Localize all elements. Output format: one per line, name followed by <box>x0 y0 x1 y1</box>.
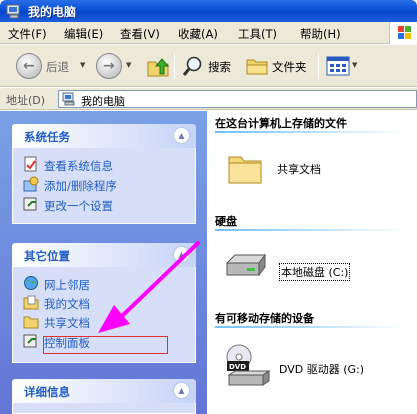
content-area: 在这台计算机上存储的文件 共享文档 硬盘 本地磁盘 (C:) 有可移动存储的设备… <box>207 111 417 414</box>
my-computer-icon <box>62 92 75 106</box>
expand-icon[interactable]: ▲ <box>173 382 190 399</box>
address-value: 我的电脑 <box>81 95 125 108</box>
collapse-icon[interactable]: ▲ <box>173 127 190 144</box>
back-button[interactable]: 后退 <box>46 59 69 75</box>
toolbar-separator <box>174 53 175 79</box>
control-panel-icon <box>23 334 37 348</box>
back-arrow-icon[interactable]: ← <box>16 53 42 79</box>
address-field[interactable]: 我的电脑 <box>58 90 417 108</box>
control-panel-icon <box>23 197 37 211</box>
details-header[interactable]: 详细信息 ▲ <box>12 379 196 403</box>
add-remove-programs-icon <box>23 176 39 192</box>
details-title: 详细信息 <box>24 385 70 399</box>
toolbar-separator <box>318 53 319 79</box>
collapse-icon[interactable]: ▲ <box>173 246 190 263</box>
back-dropdown-icon[interactable]: ▼ <box>80 61 85 69</box>
address-bar: 地址(D) 我的电脑 <box>0 88 417 110</box>
search-button[interactable]: 搜索 <box>208 59 231 75</box>
search-icon[interactable] <box>182 55 204 77</box>
folders-button[interactable]: 文件夹 <box>272 59 307 75</box>
section-divider <box>215 131 405 133</box>
menu-file[interactable]: 文件(F) <box>8 26 47 42</box>
system-tasks-title: 系统任务 <box>24 130 70 144</box>
item-local-disk-c[interactable]: 本地磁盘 (C:) <box>223 247 403 287</box>
shared-folder-icon <box>228 156 262 184</box>
details-panel <box>12 403 196 414</box>
network-places-icon <box>24 276 38 290</box>
section-hard-disks: 硬盘 <box>215 215 237 228</box>
address-label: 地址(D) <box>6 94 46 107</box>
item-shared-documents[interactable]: 共享文档 <box>227 151 367 191</box>
menu-tools[interactable]: 工具(T) <box>238 26 277 42</box>
svg-text:DVD: DVD <box>229 363 246 371</box>
system-tasks-header[interactable]: 系统任务 ▲ <box>12 124 196 148</box>
my-computer-icon <box>6 4 20 19</box>
other-places-header[interactable]: 其它位置 ▲ <box>12 243 196 267</box>
forward-arrow-icon[interactable]: → <box>96 53 122 79</box>
dvd-drive-icon: DVD <box>226 344 271 386</box>
forward-dropdown-icon[interactable]: ▼ <box>126 61 131 69</box>
up-folder-icon[interactable] <box>146 54 170 78</box>
views-dropdown-icon[interactable]: ▼ <box>352 61 357 69</box>
my-documents-icon <box>23 295 39 310</box>
section-divider <box>215 229 405 231</box>
menu-bar: 文件(F) 编辑(E) 查看(V) 收藏(A) 工具(T) 帮助(H) <box>0 22 417 44</box>
other-places-title: 其它位置 <box>24 249 70 263</box>
menu-help[interactable]: 帮助(H) <box>300 26 341 42</box>
window-title: 我的电脑 <box>28 5 77 19</box>
title-bar: 我的电脑 <box>0 0 417 22</box>
menu-favorites[interactable]: 收藏(A) <box>178 26 218 42</box>
toolbar: ← 后退 ▼ → ▼ 搜索 文件夹 ▼ <box>0 45 417 87</box>
shared-folder-icon <box>23 316 39 329</box>
hard-disk-icon <box>225 253 266 277</box>
system-tasks-panel: 查看系统信息 添加/删除程序 更改一个设置 <box>12 148 196 224</box>
windows-logo-icon <box>389 22 417 44</box>
menu-edit[interactable]: 编辑(E) <box>64 26 103 42</box>
views-icon[interactable] <box>326 56 350 76</box>
item-dvd-drive-g[interactable]: DVD DVD 驱动器 (G:) <box>223 343 413 391</box>
system-info-icon <box>24 156 37 172</box>
section-divider <box>215 326 405 328</box>
folders-icon[interactable] <box>246 56 268 76</box>
section-removable-storage: 有可移动存储的设备 <box>215 312 314 325</box>
highlight-box <box>43 336 168 354</box>
section-stored-files: 在这台计算机上存储的文件 <box>215 117 347 130</box>
menu-view[interactable]: 查看(V) <box>120 26 160 42</box>
